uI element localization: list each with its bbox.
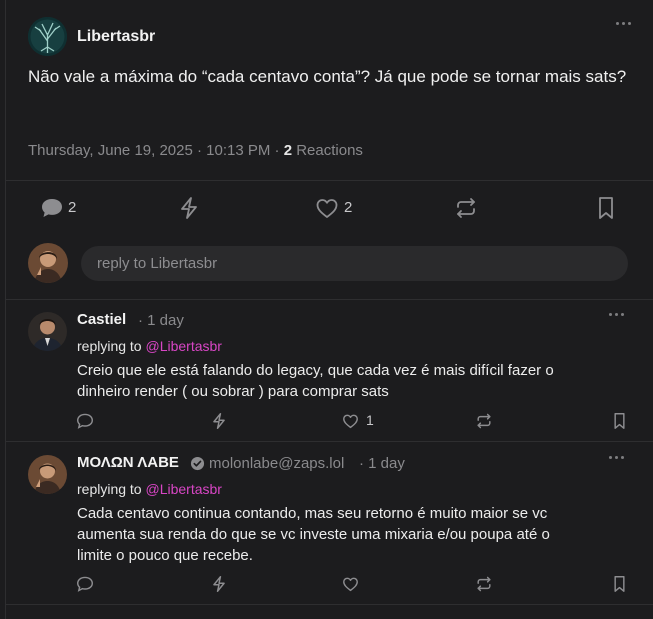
- reply-time[interactable]: · 1 day: [359, 455, 405, 472]
- post-meta: Thursday, June 19, 2025 · 10:13 PM · 2 R…: [28, 142, 363, 159]
- reply-text-line: dinheiro render ( ou sobrar ) para compr…: [77, 383, 389, 400]
- zap-icon[interactable]: [178, 196, 200, 220]
- heart-icon[interactable]: [315, 197, 339, 219]
- zap-icon[interactable]: [211, 575, 227, 593]
- verified-badge-icon: [190, 456, 205, 471]
- reply-text: Creio que ele está falando do legacy, qu…: [77, 360, 554, 402]
- repost-icon[interactable]: [454, 197, 478, 219]
- zap-icon[interactable]: [211, 412, 227, 430]
- user-portrait-image: [28, 243, 68, 283]
- reply-text-line: aumenta sua renda do que se vc investe u…: [77, 526, 550, 543]
- reply-text-line: Cada centavo continua contando, mas seu …: [77, 505, 548, 522]
- like-count: 2: [344, 199, 353, 216]
- replying-to-prefix: replying to: [77, 481, 142, 497]
- bookmark-icon[interactable]: [597, 196, 615, 220]
- reply-text: Cada centavo continua contando, mas seu …: [77, 503, 550, 566]
- thread-view: Libertasbr Não vale a máxima do “cada ce…: [5, 0, 653, 619]
- divider: [6, 441, 653, 442]
- repost-icon[interactable]: [475, 576, 493, 592]
- more-options-icon[interactable]: [609, 313, 624, 316]
- reply-author-name[interactable]: Castiel: [77, 311, 126, 328]
- divider: [6, 299, 653, 300]
- more-options-icon[interactable]: [609, 456, 624, 459]
- replying-to: replying to @Libertasbr: [77, 338, 222, 354]
- heart-icon[interactable]: [342, 576, 359, 592]
- reactions-count[interactable]: 2: [284, 142, 292, 159]
- reply-avatar[interactable]: [28, 312, 67, 351]
- comment-icon[interactable]: [76, 413, 94, 429]
- post-timestamp: Thursday, June 19, 2025 · 10:13 PM ·: [28, 142, 280, 159]
- reply-text-line: Creio que ele está falando do legacy, qu…: [77, 362, 554, 379]
- bookmark-icon[interactable]: [613, 575, 626, 593]
- divider: [6, 604, 653, 605]
- comment-icon[interactable]: [76, 576, 94, 592]
- repost-icon[interactable]: [475, 413, 493, 429]
- mention-link[interactable]: @Libertasbr: [145, 338, 221, 354]
- reply-input[interactable]: reply to Libertasbr: [81, 246, 628, 281]
- reply-text-line: limite o pouco que recebe.: [77, 547, 253, 564]
- reply-author-name[interactable]: ΜΟΛΩΝ ΛΑΒΕ: [77, 454, 179, 471]
- reply-count: 2: [68, 199, 77, 216]
- post-text: Não vale a máxima do “cada centavo conta…: [28, 67, 627, 86]
- comment-icon[interactable]: [40, 197, 64, 219]
- molonlabe-portrait-image: [28, 455, 67, 494]
- replying-to: replying to @Libertasbr: [77, 481, 222, 497]
- avatar[interactable]: [28, 17, 67, 56]
- like-count: 1: [366, 412, 374, 428]
- divider: [6, 180, 653, 181]
- current-user-avatar[interactable]: [28, 243, 68, 283]
- post-author-name[interactable]: Libertasbr: [77, 28, 155, 46]
- reactions-label[interactable]: Reactions: [296, 142, 363, 159]
- tree-avatar-image: [28, 17, 67, 56]
- heart-icon[interactable]: [342, 413, 359, 429]
- mention-link[interactable]: @Libertasbr: [145, 481, 221, 497]
- bookmark-icon[interactable]: [613, 412, 626, 430]
- reply-time[interactable]: · 1 day: [138, 312, 184, 329]
- more-options-icon[interactable]: [616, 22, 631, 25]
- replying-to-prefix: replying to: [77, 338, 142, 354]
- reply-avatar[interactable]: [28, 455, 67, 494]
- castiel-portrait-image: [28, 312, 67, 351]
- nip05-identifier[interactable]: molonlabe@zaps.lol: [209, 455, 344, 472]
